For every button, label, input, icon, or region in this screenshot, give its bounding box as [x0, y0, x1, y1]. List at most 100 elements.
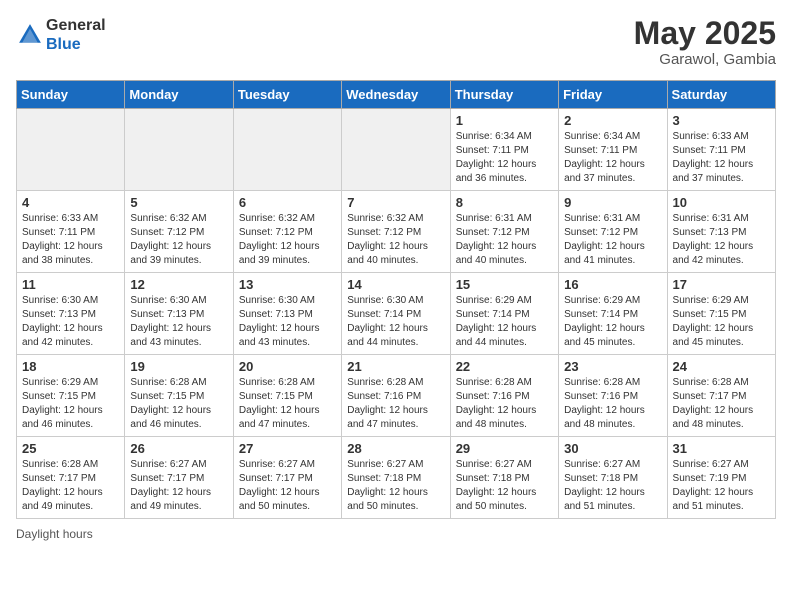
- day-number: 23: [564, 359, 661, 374]
- day-info: Sunrise: 6:27 AM Sunset: 7:17 PM Dayligh…: [130, 458, 227, 514]
- day-info: Sunrise: 6:32 AM Sunset: 7:12 PM Dayligh…: [130, 212, 227, 268]
- day-cell: 13 Sunrise: 6:30 AM Sunset: 7:13 PM Dayli…: [233, 273, 341, 355]
- day-info: Sunrise: 6:28 AM Sunset: 7:17 PM Dayligh…: [22, 458, 119, 514]
- day-cell: 29Sunrise: 6:27 AM Sunset: 7:18 PM Dayli…: [450, 437, 558, 519]
- day-info: Sunrise: 6:27 AM Sunset: 7:19 PM Dayligh…: [673, 458, 770, 514]
- day-cell: 7Sunrise: 6:32 AM Sunset: 7:12 PM Daylig…: [342, 191, 450, 273]
- day-number: 3: [673, 113, 770, 128]
- day-number: 11: [22, 277, 119, 292]
- day-cell: 2 Sunrise: 6:34 AM Sunset: 7:11 PM Daylig…: [559, 109, 667, 191]
- day-info: Sunrise: 6:31 AM Sunset: 7:12 PM Dayligh…: [564, 212, 661, 268]
- day-number: 24: [673, 359, 770, 374]
- day-info: Sunrise: 6:27 AM Sunset: 7:18 PM Dayligh…: [347, 458, 444, 514]
- day-cell: 6 Sunrise: 6:32 AM Sunset: 7:12 PM Daylig…: [233, 191, 341, 273]
- day-header-friday: Friday: [559, 81, 667, 109]
- day-number: 31: [673, 441, 770, 456]
- day-cell: 25 Sunrise: 6:28 AM Sunset: 7:17 PM Dayli…: [17, 437, 125, 519]
- day-info: Sunrise: 6:33 AM Sunset: 7:11 PM Dayligh…: [22, 212, 119, 268]
- day-info: Sunrise: 6:29 AM Sunset: 7:14 PM Dayligh…: [456, 294, 553, 350]
- day-number: 14: [347, 277, 444, 292]
- day-header-saturday: Saturday: [667, 81, 775, 109]
- day-info: Sunrise: 6:28 AM Sunset: 7:15 PM Dayligh…: [130, 376, 227, 432]
- week-row-4: 18Sunrise: 6:29 AM Sunset: 7:15 PM Dayli…: [17, 355, 776, 437]
- day-cell: 30 Sunrise: 6:27 AM Sunset: 7:18 PM Dayli…: [559, 437, 667, 519]
- header: General Blue May 2025 Garawol, Gambia: [16, 16, 776, 68]
- day-cell: 14 Sunrise: 6:30 AM Sunset: 7:14 PM Dayli…: [342, 273, 450, 355]
- day-cell: 11 Sunrise: 6:30 AM Sunset: 7:13 PM Dayli…: [17, 273, 125, 355]
- day-cell: 15 Sunrise: 6:29 AM Sunset: 7:14 PM Dayli…: [450, 273, 558, 355]
- day-number: 26: [130, 441, 227, 456]
- logo-blue: Blue: [46, 35, 106, 54]
- day-cell: [342, 109, 450, 191]
- day-info: Sunrise: 6:29 AM Sunset: 7:15 PM Dayligh…: [22, 376, 119, 432]
- day-number: 16: [564, 277, 661, 292]
- day-info: Sunrise: 6:32 AM Sunset: 7:12 PM Dayligh…: [347, 212, 444, 268]
- day-cell: 19 Sunrise: 6:28 AM Sunset: 7:15 PM Dayli…: [125, 355, 233, 437]
- day-info: Sunrise: 6:28 AM Sunset: 7:16 PM Dayligh…: [347, 376, 444, 432]
- day-number: 15: [456, 277, 553, 292]
- day-cell: 4 Sunrise: 6:33 AM Sunset: 7:11 PM Daylig…: [17, 191, 125, 273]
- day-number: 17: [673, 277, 770, 292]
- day-number: 21: [347, 359, 444, 374]
- day-number: 28: [347, 441, 444, 456]
- day-number: 10: [673, 195, 770, 210]
- day-number: 2: [564, 113, 661, 128]
- day-number: 4: [22, 195, 119, 210]
- location: Garawol, Gambia: [634, 51, 776, 68]
- day-info: Sunrise: 6:30 AM Sunset: 7:14 PM Dayligh…: [347, 294, 444, 350]
- day-cell: 26 Sunrise: 6:27 AM Sunset: 7:17 PM Dayli…: [125, 437, 233, 519]
- day-number: 27: [239, 441, 336, 456]
- week-row-3: 11 Sunrise: 6:30 AM Sunset: 7:13 PM Dayli…: [17, 273, 776, 355]
- day-info: Sunrise: 6:34 AM Sunset: 7:11 PM Dayligh…: [456, 130, 553, 186]
- day-number: 25: [22, 441, 119, 456]
- day-header-sunday: Sunday: [17, 81, 125, 109]
- day-header-thursday: Thursday: [450, 81, 558, 109]
- day-number: 30: [564, 441, 661, 456]
- day-number: 8: [456, 195, 553, 210]
- day-number: 13: [239, 277, 336, 292]
- title-area: May 2025 Garawol, Gambia: [634, 16, 776, 68]
- day-cell: 9 Sunrise: 6:31 AM Sunset: 7:12 PM Daylig…: [559, 191, 667, 273]
- day-info: Sunrise: 6:30 AM Sunset: 7:13 PM Dayligh…: [22, 294, 119, 350]
- day-info: Sunrise: 6:27 AM Sunset: 7:17 PM Dayligh…: [239, 458, 336, 514]
- day-cell: 21 Sunrise: 6:28 AM Sunset: 7:16 PM Dayli…: [342, 355, 450, 437]
- day-cell: 12 Sunrise: 6:30 AM Sunset: 7:13 PM Dayli…: [125, 273, 233, 355]
- day-info: Sunrise: 6:30 AM Sunset: 7:13 PM Dayligh…: [130, 294, 227, 350]
- day-info: Sunrise: 6:28 AM Sunset: 7:16 PM Dayligh…: [456, 376, 553, 432]
- day-number: 5: [130, 195, 227, 210]
- day-header-tuesday: Tuesday: [233, 81, 341, 109]
- day-cell: 31 Sunrise: 6:27 AM Sunset: 7:19 PM Dayli…: [667, 437, 775, 519]
- logo: General Blue: [16, 16, 106, 54]
- day-info: Sunrise: 6:31 AM Sunset: 7:12 PM Dayligh…: [456, 212, 553, 268]
- day-cell: 20Sunrise: 6:28 AM Sunset: 7:15 PM Dayli…: [233, 355, 341, 437]
- day-number: 12: [130, 277, 227, 292]
- day-info: Sunrise: 6:30 AM Sunset: 7:13 PM Dayligh…: [239, 294, 336, 350]
- day-info: Sunrise: 6:32 AM Sunset: 7:12 PM Dayligh…: [239, 212, 336, 268]
- day-info: Sunrise: 6:29 AM Sunset: 7:14 PM Dayligh…: [564, 294, 661, 350]
- day-cell: 5 Sunrise: 6:32 AM Sunset: 7:12 PM Daylig…: [125, 191, 233, 273]
- day-cell: 1 Sunrise: 6:34 AM Sunset: 7:11 PM Daylig…: [450, 109, 558, 191]
- day-cell: 17Sunrise: 6:29 AM Sunset: 7:15 PM Dayli…: [667, 273, 775, 355]
- logo-general: General: [46, 16, 106, 35]
- day-number: 6: [239, 195, 336, 210]
- day-cell: 18Sunrise: 6:29 AM Sunset: 7:15 PM Dayli…: [17, 355, 125, 437]
- day-cell: 22Sunrise: 6:28 AM Sunset: 7:16 PM Dayli…: [450, 355, 558, 437]
- footer-note: Daylight hours: [16, 527, 776, 541]
- day-info: Sunrise: 6:33 AM Sunset: 7:11 PM Dayligh…: [673, 130, 770, 186]
- week-row-2: 4 Sunrise: 6:33 AM Sunset: 7:11 PM Daylig…: [17, 191, 776, 273]
- day-header-wednesday: Wednesday: [342, 81, 450, 109]
- month-year: May 2025: [634, 16, 776, 51]
- day-number: 9: [564, 195, 661, 210]
- day-info: Sunrise: 6:27 AM Sunset: 7:18 PM Dayligh…: [564, 458, 661, 514]
- day-cell: [125, 109, 233, 191]
- week-row-1: 1 Sunrise: 6:34 AM Sunset: 7:11 PM Daylig…: [17, 109, 776, 191]
- day-number: 19: [130, 359, 227, 374]
- day-info: Sunrise: 6:34 AM Sunset: 7:11 PM Dayligh…: [564, 130, 661, 186]
- day-number: 1: [456, 113, 553, 128]
- day-info: Sunrise: 6:31 AM Sunset: 7:13 PM Dayligh…: [673, 212, 770, 268]
- day-cell: 24Sunrise: 6:28 AM Sunset: 7:17 PM Dayli…: [667, 355, 775, 437]
- day-cell: [233, 109, 341, 191]
- day-info: Sunrise: 6:28 AM Sunset: 7:16 PM Dayligh…: [564, 376, 661, 432]
- day-cell: [17, 109, 125, 191]
- day-cell: 16 Sunrise: 6:29 AM Sunset: 7:14 PM Dayli…: [559, 273, 667, 355]
